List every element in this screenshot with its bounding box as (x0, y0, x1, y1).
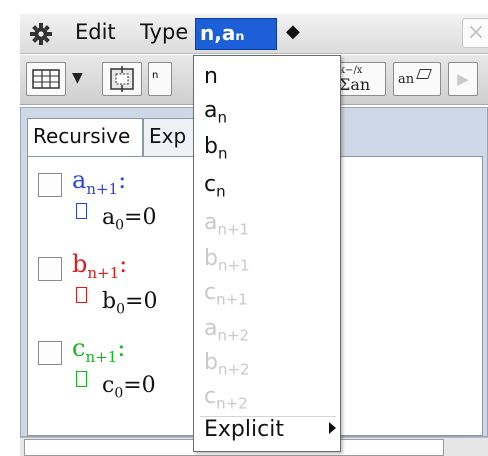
an-eraser-icon (416, 69, 433, 79)
input-box-a[interactable] (76, 202, 87, 219)
menu-item-cn-sub: n (216, 182, 226, 201)
table-icon (32, 69, 60, 89)
close-button[interactable]: × (462, 18, 488, 48)
menu-item-bn1-sub: n+1 (217, 256, 250, 275)
menu-diamond[interactable]: ◆ (286, 21, 300, 42)
toolbar-partial-label: n (152, 70, 159, 81)
menu-item-bn2: bn+2 (204, 350, 250, 378)
equation-b-sub: n+1 (87, 263, 120, 282)
checkbox-a[interactable] (38, 173, 62, 197)
initial-b-sub: 0 (116, 301, 126, 318)
menu-item-n-base: n (204, 64, 218, 89)
menu-edit[interactable]: Edit (75, 20, 116, 44)
menu-bar: Edit Type n,aₙ ◆ × (20, 14, 488, 54)
menu-sequence-variables[interactable]: n,aₙ (195, 18, 277, 50)
equation-a-sub: n+1 (86, 179, 119, 198)
cell-select-icon (110, 66, 134, 92)
menu-item-explicit-label: Explicit (204, 417, 284, 442)
menu-item-cn-base: c (204, 172, 217, 197)
initial-a-rhs: =0 (124, 205, 157, 230)
menu-item-cn[interactable]: cn (204, 172, 226, 200)
sum-label-bottom: Σan (339, 75, 371, 94)
menu-item-an2-sub: n+2 (217, 326, 250, 345)
menu-item-cn1: cn+1 (204, 280, 248, 308)
menu-item-bn2-sub: n+2 (217, 360, 250, 379)
equation-c-var: c (72, 334, 86, 362)
menu-item-bn-base: b (204, 134, 218, 159)
menu-item-cn2-base: c (204, 384, 217, 409)
left-margin (0, 0, 20, 456)
equation-a-colon: : (118, 166, 127, 194)
an-button[interactable]: an (393, 62, 441, 96)
menu-item-an-base: a (204, 98, 218, 123)
equation-b-var: b (72, 250, 88, 278)
initial-c-var: c (102, 373, 115, 398)
tab-recursive[interactable]: Recursive (27, 118, 143, 156)
table-view-button[interactable] (26, 62, 66, 96)
menu-item-an2-base: a (204, 316, 218, 341)
initial-a-var: a (102, 205, 116, 230)
menu-item-cn2: cn+2 (204, 384, 248, 412)
initial-c-rhs: =0 (123, 373, 156, 398)
menu-item-an1-base: a (204, 210, 218, 235)
an-label: an (398, 72, 415, 87)
equation-b-colon: : (119, 250, 128, 278)
play-button[interactable]: ▶ (448, 62, 478, 96)
checkbox-b[interactable] (38, 257, 62, 281)
toolbar-dropdown-arrow[interactable]: ▼ (72, 62, 96, 96)
cell-select-button[interactable] (102, 62, 142, 96)
app-window: Edit Type n,aₙ ◆ × ▼ n k−/x Σan an ▶ Exp… (0, 0, 488, 456)
menu-item-an-sub: n (217, 108, 227, 127)
checkbox-c[interactable] (38, 341, 62, 365)
initial-b-rhs: =0 (125, 289, 158, 314)
initial-b-var: b (102, 289, 117, 314)
submenu-arrow-icon (329, 422, 336, 434)
menu-item-bn2-base: b (204, 350, 218, 375)
initial-c[interactable]: c0=0 (102, 373, 156, 401)
toolbar-partial-button[interactable]: n (148, 62, 172, 96)
menu-item-an2: an+2 (204, 316, 249, 344)
input-box-b[interactable] (76, 286, 87, 303)
equation-a-var: a (72, 166, 87, 194)
equation-c-sub: n+1 (85, 347, 118, 366)
menu-item-bn1: bn+1 (204, 246, 250, 274)
menu-item-an[interactable]: an (204, 98, 227, 126)
menu-item-explicit[interactable]: Explicit (204, 417, 284, 442)
sum-button[interactable]: k−/x Σan (336, 62, 386, 96)
gear-icon[interactable] (26, 19, 56, 49)
menu-item-an1: an+1 (204, 210, 249, 238)
sequence-variable-dropdown: n an bn cn an+1 bn+1 cn+1 an+2 bn+2 cn+2 (193, 55, 341, 452)
input-box-c[interactable] (76, 370, 87, 387)
initial-a[interactable]: a0=0 (102, 205, 156, 233)
equation-c-colon: : (117, 334, 126, 362)
menu-item-bn[interactable]: bn (204, 134, 227, 162)
initial-c-sub: 0 (114, 385, 124, 402)
menu-item-bn-sub: n (217, 144, 228, 163)
initial-b[interactable]: b0=0 (102, 289, 157, 317)
menu-item-n[interactable]: n (204, 64, 218, 89)
menu-item-cn1-sub: n+1 (216, 290, 248, 309)
menu-item-bn1-base: b (204, 246, 218, 271)
menu-item-cn2-sub: n+2 (216, 394, 248, 413)
menu-type[interactable]: Type (140, 20, 188, 44)
menu-item-cn1-base: c (204, 280, 217, 305)
initial-a-sub: 0 (115, 217, 125, 234)
menu-item-an1-sub: n+1 (217, 220, 250, 239)
